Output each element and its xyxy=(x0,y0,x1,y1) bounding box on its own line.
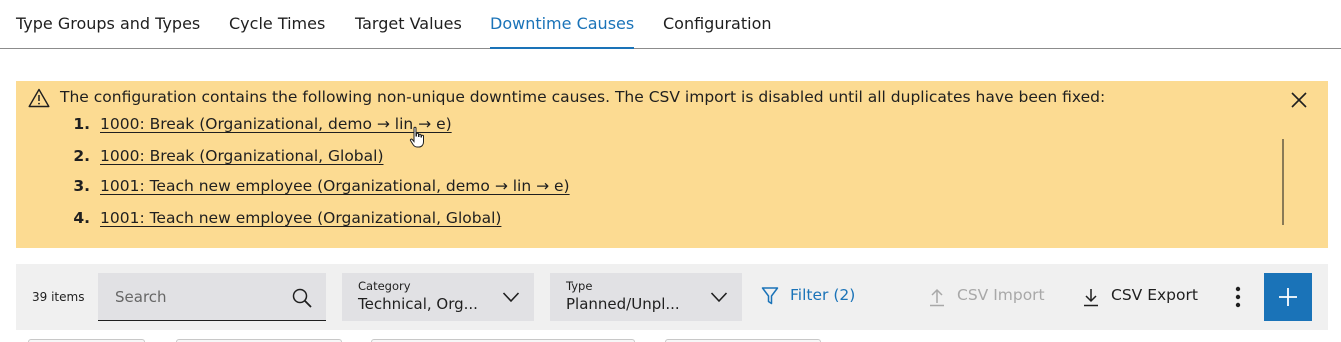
list-scrollbar[interactable] xyxy=(1282,139,1284,225)
csv-export-label: CSV Export xyxy=(1111,286,1198,304)
item-count: 39 items xyxy=(32,290,85,304)
category-dropdown[interactable]: Category Technical, Org... xyxy=(342,273,534,321)
chevron-down-icon xyxy=(502,292,520,303)
search-input[interactable] xyxy=(98,273,288,320)
table-toolbar: 39 items Category Technical, Org... Type… xyxy=(16,264,1328,330)
add-button[interactable] xyxy=(1264,273,1312,321)
filter-label: Filter (2) xyxy=(790,286,856,304)
list-item-number: 4. xyxy=(73,209,90,227)
duplicate-link[interactable]: 1000: Break (Organizational, Global) xyxy=(100,147,384,165)
tab-cycle-times[interactable]: Cycle Times xyxy=(229,14,325,49)
tab-target-values[interactable]: Target Values xyxy=(355,14,462,49)
duplicate-link[interactable]: 1000: Break (Organizational, demo → lin … xyxy=(100,115,452,133)
chevron-down-icon xyxy=(710,292,728,303)
tab-type-groups-and-types[interactable]: Type Groups and Types xyxy=(16,14,200,49)
search-icon[interactable] xyxy=(291,287,313,309)
list-item-number: 2. xyxy=(73,147,90,165)
duplicate-link[interactable]: 1001: Teach new employee (Organizational… xyxy=(100,177,570,195)
tab-downtime-causes[interactable]: Downtime Causes xyxy=(490,14,635,49)
tab-configuration[interactable]: Configuration xyxy=(663,14,772,49)
more-options-icon[interactable] xyxy=(1228,284,1248,310)
download-icon xyxy=(1084,289,1098,307)
list-item-number: 3. xyxy=(73,177,90,195)
list-item-number: 1. xyxy=(73,115,90,133)
duplicate-warning-banner: The configuration contains the following… xyxy=(16,81,1328,248)
upload-icon xyxy=(930,288,944,307)
hand-cursor-icon xyxy=(409,126,424,148)
duplicate-link[interactable]: 1001: Teach new employee (Organizational… xyxy=(100,209,501,227)
category-value: Technical, Org... xyxy=(358,295,478,313)
banner-message: The configuration contains the following… xyxy=(60,88,1106,106)
plus-icon xyxy=(1279,288,1297,306)
close-icon[interactable] xyxy=(1288,89,1310,111)
search-box xyxy=(98,273,326,321)
tab-bar: Type Groups and Types Cycle Times Target… xyxy=(0,0,1341,49)
category-label: Category xyxy=(358,279,411,293)
type-dropdown[interactable]: Type Planned/Unpl... xyxy=(550,273,742,321)
warning-triangle-icon xyxy=(28,88,50,108)
type-label: Type xyxy=(566,279,593,293)
type-value: Planned/Unpl... xyxy=(566,295,680,313)
csv-import-label: CSV Import xyxy=(957,286,1045,304)
filter-icon xyxy=(761,287,779,305)
